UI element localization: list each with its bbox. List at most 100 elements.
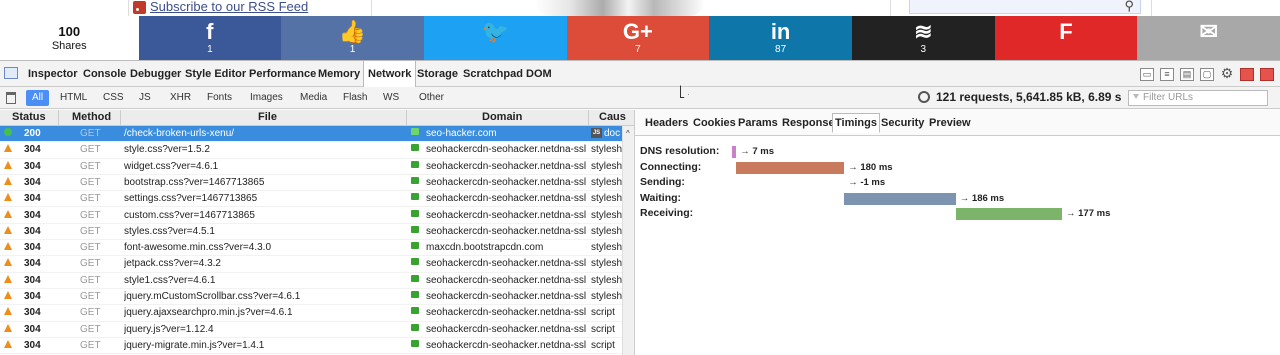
filter-ws[interactable]: WS xyxy=(377,90,405,106)
request-file: /check-broken-urls-xenu/ xyxy=(124,128,235,139)
detail-tab-preview[interactable]: Preview xyxy=(927,116,973,130)
tab-scratchpad[interactable]: Scratchpad xyxy=(461,61,525,87)
search-icon[interactable]: ⚲ xyxy=(1124,0,1134,14)
request-row[interactable]: 304 GET settings.css?ver=1467713865 seohack… xyxy=(0,191,622,208)
detail-tab-timings[interactable]: Timings xyxy=(832,113,880,133)
tab-memory[interactable]: Memory xyxy=(316,61,362,87)
filter-js[interactable]: JS xyxy=(133,90,157,106)
request-status: 304 xyxy=(24,291,41,302)
detail-tab-cookies[interactable]: Cookies xyxy=(691,116,738,130)
request-row[interactable]: 304 GET jquery.ajaxsearchpro.min.js?ver=4.… xyxy=(0,305,622,322)
filter-urls-input[interactable]: Filter URLs xyxy=(1128,90,1268,106)
detail-tab-security[interactable]: Security xyxy=(879,116,926,130)
tab-storage[interactable]: Storage xyxy=(415,61,460,87)
detail-tab-response[interactable]: Response xyxy=(780,116,837,130)
request-status: 304 xyxy=(24,258,41,270)
tab-inspector[interactable]: Inspector xyxy=(26,61,80,87)
request-row[interactable]: 304 GET jetpack.css?ver=4.3.2 seohackercdn-… xyxy=(0,256,622,273)
timing-value: → 7 ms xyxy=(740,146,774,157)
rss-subscribe-link[interactable]: Subscribe to our RSS Feed xyxy=(150,0,308,14)
lock-icon xyxy=(411,258,419,266)
tab-style-editor[interactable]: Style Editor xyxy=(183,61,248,87)
trash-icon[interactable] xyxy=(6,92,16,104)
tab-console[interactable]: Console xyxy=(81,61,128,87)
request-method: GET xyxy=(80,323,101,335)
responsive-icon[interactable]: ▢ xyxy=(1200,67,1214,81)
element-picker-icon[interactable] xyxy=(4,67,18,79)
status-cached-icon xyxy=(4,193,12,202)
filter-css[interactable]: CSS xyxy=(97,90,130,106)
search-input[interactable]: ⚲ xyxy=(909,0,1141,14)
timing-label: Waiting: xyxy=(640,191,682,204)
split-console-icon[interactable]: ▭ xyxy=(1140,67,1154,81)
status-cached-icon xyxy=(4,291,12,299)
tab-performance[interactable]: Performance xyxy=(247,61,318,87)
timing-value: → 186 ms xyxy=(959,192,1005,204)
request-row[interactable]: 304 GET bootstrap.css?ver=1467713865 seohac… xyxy=(0,175,622,192)
request-status: 304 xyxy=(24,176,41,188)
filter-all[interactable]: All xyxy=(26,90,50,106)
request-domain: seohackercdn-seohacker.netdna-ssl.... xyxy=(426,291,586,302)
request-cause: styleshe xyxy=(591,291,622,302)
request-row[interactable]: 304 GET styles.css?ver=4.5.1 seohackercdn-s… xyxy=(0,224,622,241)
twitter-share-button[interactable]: 🐦 xyxy=(423,16,567,60)
request-row[interactable]: 304 GET jquery-migrate.min.js?ver=1.4.1 seo… xyxy=(0,338,622,355)
google-plus-share-count: 7 xyxy=(635,44,641,55)
lock-icon xyxy=(411,274,419,282)
timing-bar xyxy=(844,192,956,205)
tab-dom[interactable]: DOM xyxy=(524,61,554,87)
col-file[interactable]: File xyxy=(258,111,277,123)
dock-icon[interactable] xyxy=(1240,67,1254,81)
col-method[interactable]: Method xyxy=(72,111,111,123)
requests-scrollbar[interactable]: ^ xyxy=(622,126,634,355)
scroll-up-arrow[interactable]: ^ xyxy=(626,129,630,138)
facebook-share-button[interactable]: f1 xyxy=(138,16,282,60)
col-status[interactable]: Status xyxy=(12,111,46,123)
detail-tab-params[interactable]: Params xyxy=(736,116,780,130)
scratchpad-icon[interactable]: ▤ xyxy=(1180,67,1194,81)
request-file: styles.css?ver=4.5.1 xyxy=(124,225,215,237)
filter-flash[interactable]: Flash xyxy=(337,90,373,106)
col-cause[interactable]: Caus xyxy=(599,111,626,123)
status-ok-icon xyxy=(4,128,12,136)
lock-icon xyxy=(411,193,419,201)
request-status: 304 xyxy=(24,242,41,254)
col-domain[interactable]: Domain xyxy=(482,111,522,123)
filter-media[interactable]: Media xyxy=(294,90,333,106)
flipboard-icon: F xyxy=(1059,19,1073,44)
request-file: widget.css?ver=4.6.1 xyxy=(124,160,219,172)
google-plus-share-button[interactable]: G+ 7 xyxy=(566,16,710,60)
detail-tab-headers[interactable]: Headers xyxy=(643,116,690,130)
filter-xhr[interactable]: XHR xyxy=(164,90,197,106)
lock-icon xyxy=(411,225,419,233)
filter-html[interactable]: HTML xyxy=(54,90,93,106)
gear-icon[interactable]: ⚙ xyxy=(1220,66,1234,81)
close-icon[interactable] xyxy=(1260,67,1274,81)
request-row[interactable]: 304 GET custom.css?ver=1467713865 seohacker… xyxy=(0,208,622,224)
lock-icon xyxy=(411,242,419,250)
request-cause: script xyxy=(591,307,615,319)
email-share-button[interactable]: ✉ xyxy=(1137,16,1280,60)
filter-images[interactable]: Images xyxy=(244,90,289,106)
console-icon[interactable]: ≡ xyxy=(1160,67,1174,81)
request-row[interactable]: 304 GET style1.css?ver=4.6.1 seohackercdn-s… xyxy=(0,273,622,289)
request-row[interactable]: 304 GET jquery.mCustomScrollbar.css?ver=4.… xyxy=(0,289,622,306)
buffer-share-button[interactable]: ≋ 3 xyxy=(851,16,995,60)
request-row[interactable]: 200 GET/check-broken-urls-xenu/seo-hacker… xyxy=(0,126,622,143)
like-icon: 👍 xyxy=(338,19,367,44)
filter-fonts[interactable]: Fonts xyxy=(201,90,238,106)
filter-other[interactable]: Other xyxy=(413,90,450,106)
request-method: GET xyxy=(80,258,101,270)
status-cached-icon xyxy=(4,258,12,267)
request-row[interactable]: 304 GET widget.css?ver=4.6.1 seohackercdn-s… xyxy=(0,159,622,175)
request-row[interactable]: 304 GET style.css?ver=1.5.2 seohackercdn-se… xyxy=(0,142,622,159)
linkedin-share-button[interactable]: in 87 xyxy=(709,16,852,60)
tab-debugger[interactable]: Debugger xyxy=(128,61,183,87)
request-row[interactable]: 304 GET jquery.js?ver=1.12.4 seohackercdn-s… xyxy=(0,322,622,338)
reload-icon[interactable] xyxy=(918,91,930,103)
like-share-button[interactable]: 👍 1 xyxy=(281,16,424,60)
timing-label: Sending: xyxy=(640,176,685,188)
flipboard-share-button[interactable]: F xyxy=(994,16,1138,60)
tab-network[interactable]: Network xyxy=(363,61,417,87)
request-row[interactable]: 304 GET font-awesome.min.css?ver=4.3.0 maxc… xyxy=(0,240,622,257)
